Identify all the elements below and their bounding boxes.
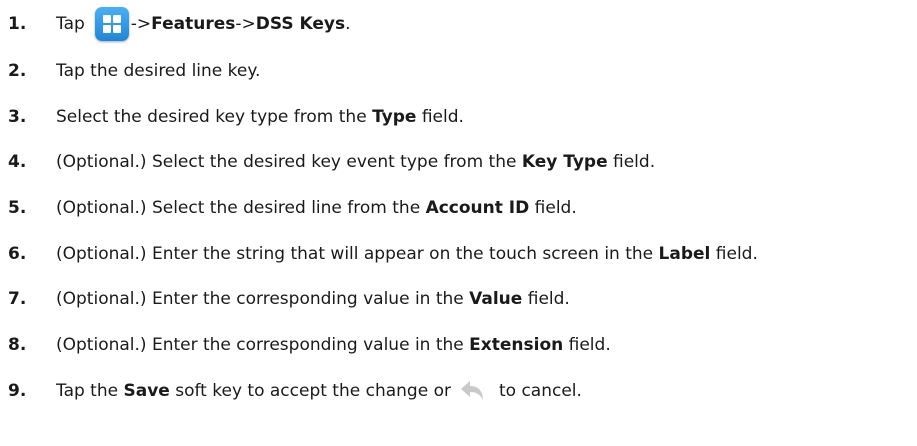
step-text-end: field.	[416, 107, 464, 127]
step-number: 5.	[8, 198, 27, 218]
step-number: 1.	[8, 14, 27, 34]
back-arrow-icon	[459, 379, 487, 403]
step-text: Tap the	[56, 381, 124, 401]
step-text: (Optional.) Select the desired key event…	[56, 152, 522, 172]
step-text: (Optional.) Select the desired line from…	[56, 198, 426, 218]
step-number: 4.	[8, 152, 27, 172]
step-4: 4. (Optional.) Select the desired key ev…	[8, 147, 655, 177]
step-text-end: field.	[710, 244, 758, 264]
dss-keys-label: DSS Keys	[255, 14, 346, 34]
step-text-end: field.	[529, 198, 577, 218]
step-text: Tap	[56, 14, 85, 34]
step-7: 7. (Optional.) Enter the corresponding v…	[8, 284, 570, 314]
step-text-end: field.	[522, 289, 570, 309]
step-text: Tap the desired line key.	[56, 61, 261, 81]
step-text-end: field.	[607, 152, 656, 172]
step-9: 9. Tap the Save soft key to accept the c…	[8, 376, 582, 406]
features-label: Features	[151, 14, 236, 34]
arrow-text: ->	[130, 14, 152, 34]
step-number: 9.	[8, 381, 27, 401]
step-text-end: field.	[563, 335, 611, 355]
step-2: 2. Tap the desired line key.	[8, 56, 260, 86]
field-name: Extension	[469, 335, 564, 355]
step-number: 6.	[8, 244, 27, 264]
step-number: 3.	[8, 107, 27, 127]
save-label: Save	[123, 381, 170, 401]
step-6: 6. (Optional.) Enter the string that wil…	[8, 239, 758, 269]
step-3: 3. Select the desired key type from the …	[8, 102, 464, 132]
step-8: 8. (Optional.) Enter the corresponding v…	[8, 330, 611, 360]
step-number: 2.	[8, 61, 27, 81]
field-name: Account ID	[425, 198, 530, 218]
step-text: (Optional.) Enter the string that will a…	[56, 244, 659, 264]
arrow-text: ->	[235, 14, 256, 34]
step-number: 8.	[8, 335, 27, 355]
step-text: (Optional.) Enter the corresponding valu…	[56, 335, 470, 355]
field-name: Key Type	[521, 152, 608, 172]
field-name: Type	[372, 107, 417, 127]
step-5: 5. (Optional.) Select the desired line f…	[8, 193, 577, 223]
step-1: 1. Tap -> Features -> DSS Keys .	[8, 7, 351, 41]
step-text-end: to cancel.	[498, 381, 582, 401]
field-name: Value	[469, 289, 523, 309]
field-name: Label	[658, 244, 711, 264]
menu-grid-icon	[94, 7, 129, 41]
step-text-mid: soft key to accept the change or	[169, 381, 451, 401]
step-text: (Optional.) Enter the corresponding valu…	[56, 289, 470, 309]
step-text: Select the desired key type from the	[56, 107, 373, 127]
step-number: 7.	[8, 289, 27, 309]
period: .	[345, 14, 351, 34]
